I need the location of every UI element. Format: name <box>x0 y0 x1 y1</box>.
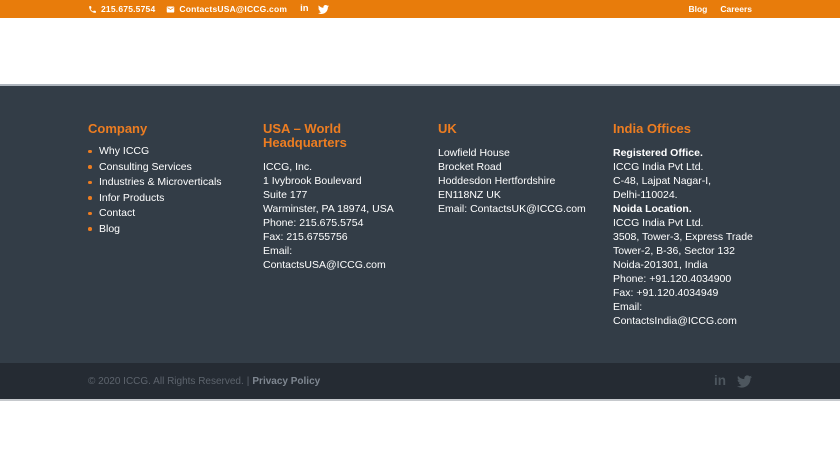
footer-link-why-iccg[interactable]: Why ICCG <box>88 146 240 157</box>
footer-bottom-bar: © 2020 ICCG. All Rights Reserved. | Privac… <box>0 363 840 401</box>
page-body-whitespace <box>0 18 840 84</box>
footer-column-company: Company Why ICCG Consulting Services Ind… <box>88 122 240 363</box>
company-heading: Company <box>88 121 148 136</box>
footer-link-label: Contact <box>99 207 136 219</box>
footer-link-label: Infor Products <box>99 191 165 204</box>
topbar-phone-link[interactable]: 215.675.5754 <box>88 4 155 14</box>
footer-link-infor-products[interactable]: Infor Products <box>88 191 240 204</box>
india-heading: India Offices <box>613 121 692 136</box>
address-line: Tower-2, B-36, Sector 132 <box>613 245 735 257</box>
address-line: EN118NZ UK <box>438 189 501 201</box>
separator: | <box>246 375 250 387</box>
bullet-icon <box>88 227 92 231</box>
uk-address-block: Lowfield House Brocket Road Hoddesdon He… <box>438 146 590 216</box>
phone-line: Phone: +91.120.4034900 <box>613 273 732 285</box>
twitter-icon[interactable] <box>317 4 329 15</box>
address-line: Warminster, PA 18974, USA <box>263 203 394 215</box>
fax-line: Fax: 215.6755756 <box>263 231 348 243</box>
address-line: ICCG, Inc. <box>263 161 313 173</box>
copyright-notice: © 2020 ICCG. All Rights Reserved. <box>88 375 244 387</box>
topbar-social-group: in <box>300 4 329 15</box>
linkedin-icon[interactable]: in <box>714 374 726 388</box>
footer: Company Why ICCG Consulting Services Ind… <box>0 84 840 363</box>
phone-line: Phone: 215.675.5754 <box>263 217 364 229</box>
office-label: Noida Location. <box>613 203 692 215</box>
copyright-text: © 2020 ICCG. All Rights Reserved. | Privac… <box>88 376 320 387</box>
bullet-icon <box>88 165 92 169</box>
office-label: Registered Office. <box>613 147 703 159</box>
page-bottom-whitespace <box>0 401 840 472</box>
address-line: Lowfield House <box>438 147 510 159</box>
topbar-contact-group: 215.675.5754 ContactsUSA@ICCG.com in <box>88 4 329 15</box>
address-line: Delhi-110024. <box>613 189 678 201</box>
bullet-icon <box>88 196 92 200</box>
address-line: 3508, Tower-3, Express Trade <box>613 231 753 243</box>
address-line: Brocket Road <box>438 161 502 173</box>
address-line: C-48, Lajpat Nagar-I, <box>613 175 712 187</box>
uk-heading: UK <box>438 121 457 136</box>
topbar-email-text: ContactsUSA@ICCG.com <box>179 4 288 14</box>
email-icon <box>167 6 175 12</box>
footer-column-uk: UK Lowfield House Brocket Road Hoddesdon… <box>438 122 590 363</box>
footer-link-contact[interactable]: Contact <box>88 208 240 219</box>
bullet-icon <box>88 149 92 153</box>
linkedin-icon[interactable]: in <box>300 4 308 14</box>
footer-link-industries-microverticals[interactable]: Industries & Microverticals <box>88 177 240 188</box>
bottombar-social-group: in <box>714 374 752 389</box>
company-link-list: Why ICCG Consulting Services Industries … <box>88 146 240 235</box>
footer-link-label: Why ICCG <box>99 145 150 157</box>
usa-address-block: ICCG, Inc. 1 Ivybrook Boulevard Suite 17… <box>263 160 415 272</box>
footer-column-india: India Offices Registered Office. ICCG In… <box>613 122 765 363</box>
footer-column-usa: USA – World Headquarters ICCG, Inc. 1 Iv… <box>263 122 415 363</box>
usa-heading: USA – World Headquarters <box>263 121 347 150</box>
footer-link-label: Consulting Services <box>99 160 192 173</box>
top-contact-bar: 215.675.5754 ContactsUSA@ICCG.com in Blo… <box>0 0 840 18</box>
topbar-nav-blog[interactable]: Blog <box>688 4 707 14</box>
footer-link-consulting-services[interactable]: Consulting Services <box>88 160 240 173</box>
footer-link-label: Blog <box>99 222 121 235</box>
address-line: ICCG India Pvt Ltd. <box>613 217 704 229</box>
address-line: Noida-201301, India <box>613 259 708 271</box>
address-line: ICCG India Pvt Ltd. <box>613 161 704 173</box>
email-line: Email: ContactsUSA@ICCG.com <box>263 245 386 271</box>
topbar-email-link[interactable]: ContactsUSA@ICCG.com <box>166 4 287 14</box>
footer-link-blog[interactable]: Blog <box>88 222 240 235</box>
address-line: Hoddesdon Hertfordshire <box>438 175 556 187</box>
topbar-nav: Blog Careers <box>688 4 752 14</box>
privacy-policy-link[interactable]: Privacy Policy <box>252 376 320 387</box>
bullet-icon <box>88 180 92 184</box>
twitter-icon[interactable] <box>737 374 752 389</box>
india-address-block: Registered Office. ICCG India Pvt Ltd. C… <box>613 146 765 328</box>
bullet-icon <box>88 211 92 215</box>
email-line: Email: ContactsUK@ICCG.com <box>438 203 586 215</box>
phone-icon <box>89 5 96 13</box>
address-line: 1 Ivybrook Boulevard <box>263 175 362 187</box>
topbar-phone-text: 215.675.5754 <box>101 4 156 14</box>
topbar-nav-careers[interactable]: Careers <box>720 4 752 14</box>
address-line: Suite 177 <box>263 189 308 201</box>
email-line: Email: ContactsIndia@ICCG.com <box>613 301 737 327</box>
fax-line: Fax: +91.120.4034949 <box>613 287 719 299</box>
footer-link-label: Industries & Microverticals <box>99 176 222 188</box>
